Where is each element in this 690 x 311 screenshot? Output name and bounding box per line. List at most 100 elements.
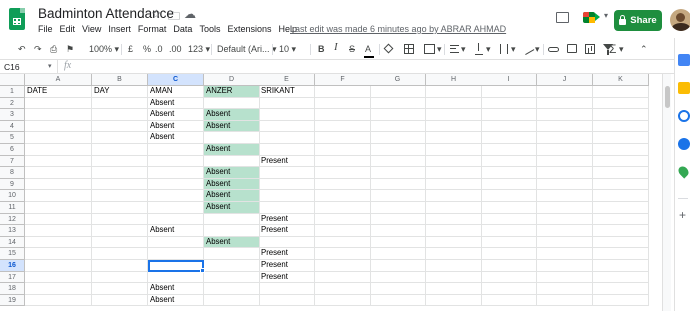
chevron-down-icon[interactable]: ▾ [604,11,608,20]
font-select[interactable]: Default (Ari... ▾ [217,43,277,55]
fill-handle[interactable] [200,267,205,273]
cell-a16[interactable] [25,260,92,272]
cell-g8[interactable] [370,167,426,179]
fill-color-icon[interactable] [383,43,394,54]
share-button[interactable]: Share [614,10,662,31]
chevron-down-icon[interactable]: ▾ [511,43,516,55]
cell-j2[interactable] [537,97,593,110]
cell-b19[interactable] [92,294,148,307]
column-header-e[interactable]: E [259,74,315,86]
cell-j13[interactable] [537,225,593,237]
cell-h9[interactable] [426,178,482,191]
cell-i1[interactable] [481,86,537,98]
cell-e8[interactable] [259,167,315,179]
cell-e14[interactable] [259,236,315,249]
cell-i3[interactable] [481,109,537,121]
cell-b9[interactable] [92,178,148,191]
cell-i19[interactable] [481,294,537,307]
keep-icon[interactable] [678,82,690,94]
cell-g5[interactable] [370,132,426,144]
text-wrap-icon[interactable] [500,44,508,54]
increase-decimal-button[interactable]: .00 [169,43,182,55]
cell-e4[interactable] [259,120,315,133]
cell-i11[interactable] [481,202,537,214]
cell-a14[interactable] [25,236,92,249]
cell-d17[interactable] [204,271,260,284]
cell-e16[interactable]: Present [259,260,315,272]
row-header[interactable]: 5 [0,132,25,144]
cell-d15[interactable] [204,248,260,260]
cell-e1[interactable]: SRIKANT [259,86,315,98]
column-header-d[interactable]: D [204,74,260,86]
cell-a6[interactable] [25,144,92,156]
cell-c9[interactable] [148,178,204,191]
cell-f18[interactable] [315,283,371,295]
scrollbar-thumb[interactable] [665,86,670,108]
print-icon[interactable]: ⎙ [50,43,57,55]
calendar-icon[interactable] [678,54,690,66]
cell-a7[interactable] [25,155,92,168]
cell-k15[interactable] [593,248,649,260]
insert-link-icon[interactable] [548,47,559,52]
cell-k1[interactable] [593,86,649,98]
italic-button[interactable]: I [334,41,338,53]
column-header-j[interactable]: J [537,74,593,86]
cell-f14[interactable] [315,236,371,249]
row-header[interactable]: 8 [0,167,25,179]
row-header[interactable]: 4 [0,120,25,133]
cell-b11[interactable] [92,202,148,214]
cell-h3[interactable] [426,109,482,121]
cell-f6[interactable] [315,144,371,156]
cell-j3[interactable] [537,109,593,121]
cell-a18[interactable] [25,283,92,295]
cell-h13[interactable] [426,225,482,237]
cell-k19[interactable] [593,294,649,307]
cell-j17[interactable] [537,271,593,284]
cell-g10[interactable] [370,190,426,202]
cell-b15[interactable] [92,248,148,260]
cell-g16[interactable] [370,260,426,272]
merge-cells-icon[interactable] [424,44,435,54]
cell-d19[interactable] [204,294,260,307]
cell-a10[interactable] [25,190,92,202]
cell-c19[interactable]: Absent [148,294,204,307]
row-header[interactable]: 14 [0,236,25,249]
cell-c3[interactable]: Absent [148,109,204,121]
cell-k16[interactable] [593,260,649,272]
cell-i16[interactable] [481,260,537,272]
row-header[interactable]: 12 [0,213,25,226]
cell-h19[interactable] [426,294,482,307]
cell-e5[interactable] [259,132,315,144]
insert-comment-icon[interactable] [567,44,577,53]
cell-a15[interactable] [25,248,92,260]
cell-g2[interactable] [370,97,426,110]
column-header-h[interactable]: H [426,74,482,86]
cell-j19[interactable] [537,294,593,307]
row-header[interactable]: 7 [0,155,25,168]
cell-d13[interactable] [204,225,260,237]
cell-e9[interactable] [259,178,315,191]
cell-e10[interactable] [259,190,315,202]
cell-c11[interactable] [148,202,204,214]
cell-e13[interactable]: Present [259,225,315,237]
cell-e11[interactable] [259,202,315,214]
cell-e18[interactable] [259,283,315,295]
cell-a3[interactable] [25,109,92,121]
cell-c15[interactable] [148,248,204,260]
cell-j5[interactable] [537,132,593,144]
star-icon[interactable]: ☆ [151,7,162,21]
cell-g18[interactable] [370,283,426,295]
cell-k7[interactable] [593,155,649,168]
cell-b2[interactable] [92,97,148,110]
cell-h5[interactable] [426,132,482,144]
cell-e19[interactable] [259,294,315,307]
cell-i8[interactable] [481,167,537,179]
cell-g9[interactable] [370,178,426,191]
menu-view[interactable]: View [82,24,101,34]
row-header[interactable]: 19 [0,294,25,307]
cell-g19[interactable] [370,294,426,307]
more-options-icon[interactable]: ⌃ [640,43,648,55]
cell-d3[interactable]: Absent [204,109,260,121]
cell-a5[interactable] [25,132,92,144]
undo-icon[interactable]: ↶ [18,43,26,55]
